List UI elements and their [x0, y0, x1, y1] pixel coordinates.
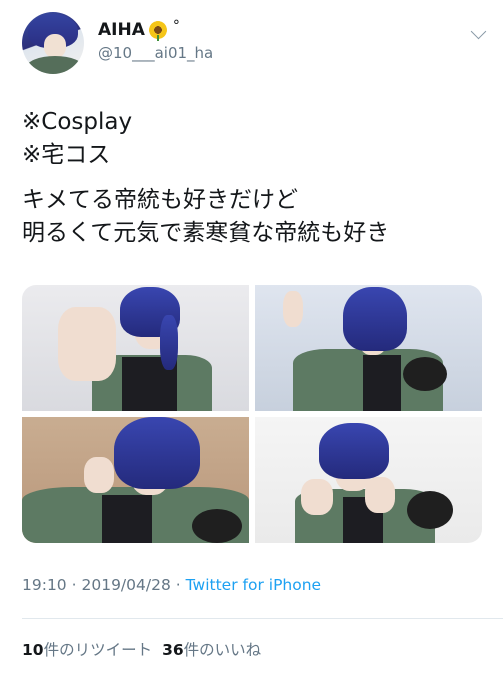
author-name-row[interactable]: AIHA °: [98, 18, 180, 41]
tweet-line: 明るくて元気で素寒貧な帝統も好き: [22, 220, 390, 246]
tweet-header: AIHA ° @10___ai01_ha: [22, 12, 492, 76]
photo-2[interactable]: [255, 285, 482, 411]
photo-4[interactable]: [255, 417, 482, 543]
tweet-line: ※宅コス: [22, 142, 111, 168]
name-suffix: °: [172, 18, 180, 34]
display-name[interactable]: AIHA: [98, 20, 145, 40]
divider: [22, 618, 503, 619]
media-grid: [22, 285, 482, 543]
photo-3[interactable]: [22, 417, 249, 543]
meta-separator: ·: [71, 576, 77, 594]
likes-stat[interactable]: 36件のいいね: [162, 641, 261, 659]
likes-count: 36: [162, 641, 184, 659]
photo-1[interactable]: [22, 285, 249, 411]
chevron-down-icon[interactable]: [470, 23, 487, 40]
meta-separator: ·: [175, 576, 181, 594]
tweet-meta: 19:10 · 2019/04/28 · Twitter for iPhone: [22, 576, 321, 594]
tweet-text: ※Cosplay ※宅コス キメてる帝統も好きだけど 明るくて元気で素寒貧な帝統…: [22, 106, 492, 250]
sunflower-icon: [148, 21, 167, 41]
likes-label: 件のいいね: [183, 641, 262, 659]
retweets-label: 件のリツイート: [43, 641, 153, 659]
engagement-stats: 10件のリツイート 36件のいいね: [22, 638, 261, 660]
tweet-source-link[interactable]: Twitter for iPhone: [186, 576, 321, 594]
tweet-line: キメてる帝統も好きだけど: [22, 187, 298, 213]
tweet-date[interactable]: 2019/04/28: [81, 576, 170, 594]
retweets-stat[interactable]: 10件のリツイート: [22, 641, 152, 659]
tweet-line: ※Cosplay: [22, 109, 133, 135]
author-handle[interactable]: @10___ai01_ha: [98, 44, 213, 62]
avatar[interactable]: [22, 12, 84, 74]
retweets-count: 10: [22, 641, 44, 659]
tweet-time[interactable]: 19:10: [22, 576, 67, 594]
